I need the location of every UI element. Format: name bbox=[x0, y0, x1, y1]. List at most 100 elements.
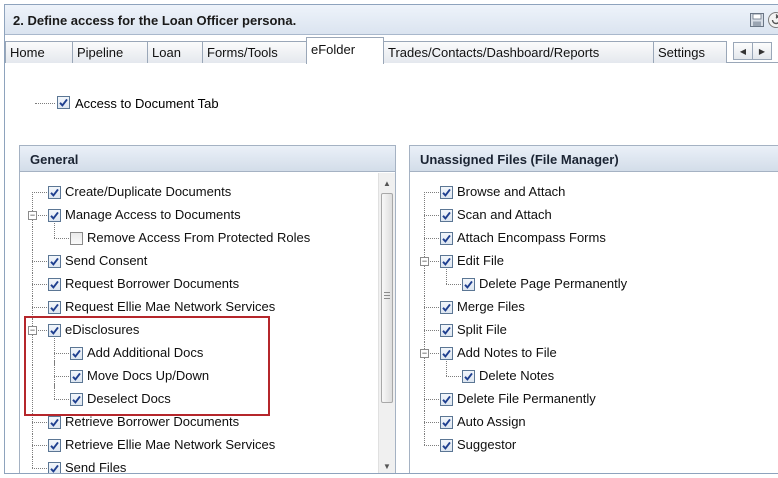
tree-item-send-consent[interactable]: Send Consent bbox=[20, 250, 395, 273]
tab-pipeline[interactable]: Pipeline bbox=[72, 41, 148, 63]
scroll-grip bbox=[384, 292, 390, 293]
check-icon bbox=[442, 303, 451, 312]
tree-item-request-borrower-documents[interactable]: Request Borrower Documents bbox=[20, 273, 395, 296]
collapse-icon[interactable]: − bbox=[420, 349, 429, 358]
unassigned-files-panel: Unassigned Files (File Manager) Browse a… bbox=[409, 145, 778, 473]
permission-checkbox[interactable] bbox=[440, 255, 453, 268]
access-document-tab-checkbox[interactable] bbox=[57, 96, 70, 109]
permission-checkbox[interactable] bbox=[462, 278, 475, 291]
tree-item-add-notes-to-file[interactable]: − Add Notes to File bbox=[410, 342, 778, 365]
tree-item-remove-access-from-protected-roles[interactable]: Remove Access From Protected Roles bbox=[20, 223, 395, 250]
permission-checkbox[interactable] bbox=[48, 416, 61, 429]
save-icon[interactable] bbox=[748, 11, 766, 29]
tree-item-label: Delete File Permanently bbox=[457, 391, 596, 406]
check-icon bbox=[50, 464, 59, 473]
permission-checkbox[interactable] bbox=[440, 324, 453, 337]
check-icon bbox=[50, 418, 59, 427]
permission-checkbox[interactable] bbox=[440, 347, 453, 360]
tab-scroll-left-icon[interactable]: ◀ bbox=[733, 42, 753, 60]
permission-checkbox[interactable] bbox=[440, 301, 453, 314]
permission-checkbox[interactable] bbox=[440, 186, 453, 199]
permission-checkbox[interactable] bbox=[440, 416, 453, 429]
tree-connector bbox=[446, 284, 461, 285]
restore-icon[interactable] bbox=[767, 11, 778, 29]
tree-item-merge-files[interactable]: Merge Files bbox=[410, 296, 778, 319]
scroll-grip bbox=[384, 295, 390, 296]
permission-checkbox[interactable] bbox=[440, 393, 453, 406]
tree-item-suggestor[interactable]: Suggestor bbox=[410, 434, 778, 457]
scroll-up-icon[interactable]: ▲ bbox=[379, 175, 395, 191]
permission-checkbox[interactable] bbox=[440, 439, 453, 452]
tree-item-label: Browse and Attach bbox=[457, 184, 566, 199]
general-panel: General Create/Duplicate Documents − Manag… bbox=[19, 145, 396, 473]
tree-item-manage-access-to-documents[interactable]: − Manage Access to Documents bbox=[20, 204, 395, 227]
tree-item-delete-notes[interactable]: Delete Notes bbox=[410, 361, 778, 388]
tree-item-delete-page-permanently[interactable]: Delete Page Permanently bbox=[410, 269, 778, 296]
tree-item-send-files[interactable]: Send Files bbox=[20, 457, 395, 473]
collapse-icon[interactable]: − bbox=[420, 257, 429, 266]
tree-item-delete-file-permanently[interactable]: Delete File Permanently bbox=[410, 388, 778, 411]
access-document-tab-label: Access to Document Tab bbox=[75, 96, 219, 111]
permission-checkbox[interactable] bbox=[48, 301, 61, 314]
tree-connector bbox=[32, 227, 33, 250]
permission-checkbox[interactable] bbox=[48, 462, 61, 473]
permission-checkbox[interactable] bbox=[48, 186, 61, 199]
tab-trades-contacts-dashboard-reports[interactable]: Trades/Contacts/Dashboard/Reports bbox=[383, 41, 654, 63]
permission-checkbox[interactable] bbox=[462, 370, 475, 383]
tab-efolder[interactable]: eFolder bbox=[306, 37, 384, 64]
check-icon bbox=[442, 257, 451, 266]
tree-connector bbox=[424, 215, 439, 216]
check-icon bbox=[50, 441, 59, 450]
tab-settings[interactable]: Settings bbox=[653, 41, 727, 63]
tree-item-scan-and-attach[interactable]: Scan and Attach bbox=[410, 204, 778, 227]
tree-item-label: Edit File bbox=[457, 253, 504, 268]
tree-connector bbox=[446, 361, 447, 376]
tree-item-browse-and-attach[interactable]: Browse and Attach bbox=[410, 181, 778, 215]
tree-item-label: Delete Page Permanently bbox=[479, 276, 628, 291]
tree-connector bbox=[32, 422, 47, 423]
tree-item-retrieve-ellie-mae-network-services[interactable]: Retrieve Ellie Mae Network Services bbox=[20, 434, 395, 457]
permission-checkbox[interactable] bbox=[440, 232, 453, 245]
tree-item-create-duplicate-documents[interactable]: Create/Duplicate Documents bbox=[20, 181, 395, 215]
permission-checkbox[interactable] bbox=[48, 209, 61, 222]
tree-item-split-file[interactable]: Split File bbox=[410, 319, 778, 342]
tree-item-label: Manage Access to Documents bbox=[65, 207, 241, 222]
permission-checkbox[interactable] bbox=[48, 439, 61, 452]
persona-access-window: 2. Define access for the Loan Officer pe… bbox=[4, 4, 778, 474]
tree-item-label: Request Borrower Documents bbox=[65, 276, 240, 291]
permission-checkbox[interactable] bbox=[440, 209, 453, 222]
tab-home[interactable]: Home bbox=[5, 41, 73, 63]
tree-item-label: Scan and Attach bbox=[457, 207, 552, 222]
permission-checkbox[interactable] bbox=[48, 278, 61, 291]
tree-item-label: Send Consent bbox=[65, 253, 148, 268]
tab-scroll-right-icon[interactable]: ▶ bbox=[752, 42, 772, 60]
tab-forms-tools[interactable]: Forms/Tools bbox=[202, 41, 307, 63]
check-icon bbox=[464, 372, 473, 381]
tree-connector bbox=[424, 238, 439, 239]
scrollbar-thumb[interactable] bbox=[381, 193, 393, 403]
tree-item-edit-file[interactable]: − Edit File bbox=[410, 250, 778, 273]
permission-checkbox[interactable] bbox=[70, 232, 83, 245]
check-icon bbox=[442, 395, 451, 404]
tree-connector bbox=[424, 330, 439, 331]
tree-connector bbox=[54, 238, 69, 239]
general-panel-header: General bbox=[20, 146, 395, 172]
tree-item-label: Retrieve Ellie Mae Network Services bbox=[65, 437, 276, 452]
scroll-down-icon[interactable]: ▼ bbox=[379, 458, 395, 473]
general-vertical-scrollbar[interactable]: ▲ ▼ bbox=[378, 173, 395, 473]
permission-checkbox[interactable] bbox=[48, 255, 61, 268]
tree-item-label: Delete Notes bbox=[479, 368, 555, 383]
tree-connector bbox=[446, 269, 447, 284]
tree-item-auto-assign[interactable]: Auto Assign bbox=[410, 411, 778, 434]
tree-item-label: Remove Access From Protected Roles bbox=[87, 230, 311, 245]
tree-connector bbox=[32, 307, 47, 308]
check-icon bbox=[442, 349, 451, 358]
tree-connector bbox=[424, 365, 425, 388]
tree-item-attach-encompass-forms[interactable]: Attach Encompass Forms bbox=[410, 227, 778, 250]
tree-item-label: Merge Files bbox=[457, 299, 525, 314]
tree-connector bbox=[424, 307, 439, 308]
tree-connector bbox=[424, 273, 425, 296]
title-bar: 2. Define access for the Loan Officer pe… bbox=[5, 5, 778, 35]
tab-loan[interactable]: Loan bbox=[147, 41, 203, 63]
collapse-icon[interactable]: − bbox=[28, 211, 37, 220]
